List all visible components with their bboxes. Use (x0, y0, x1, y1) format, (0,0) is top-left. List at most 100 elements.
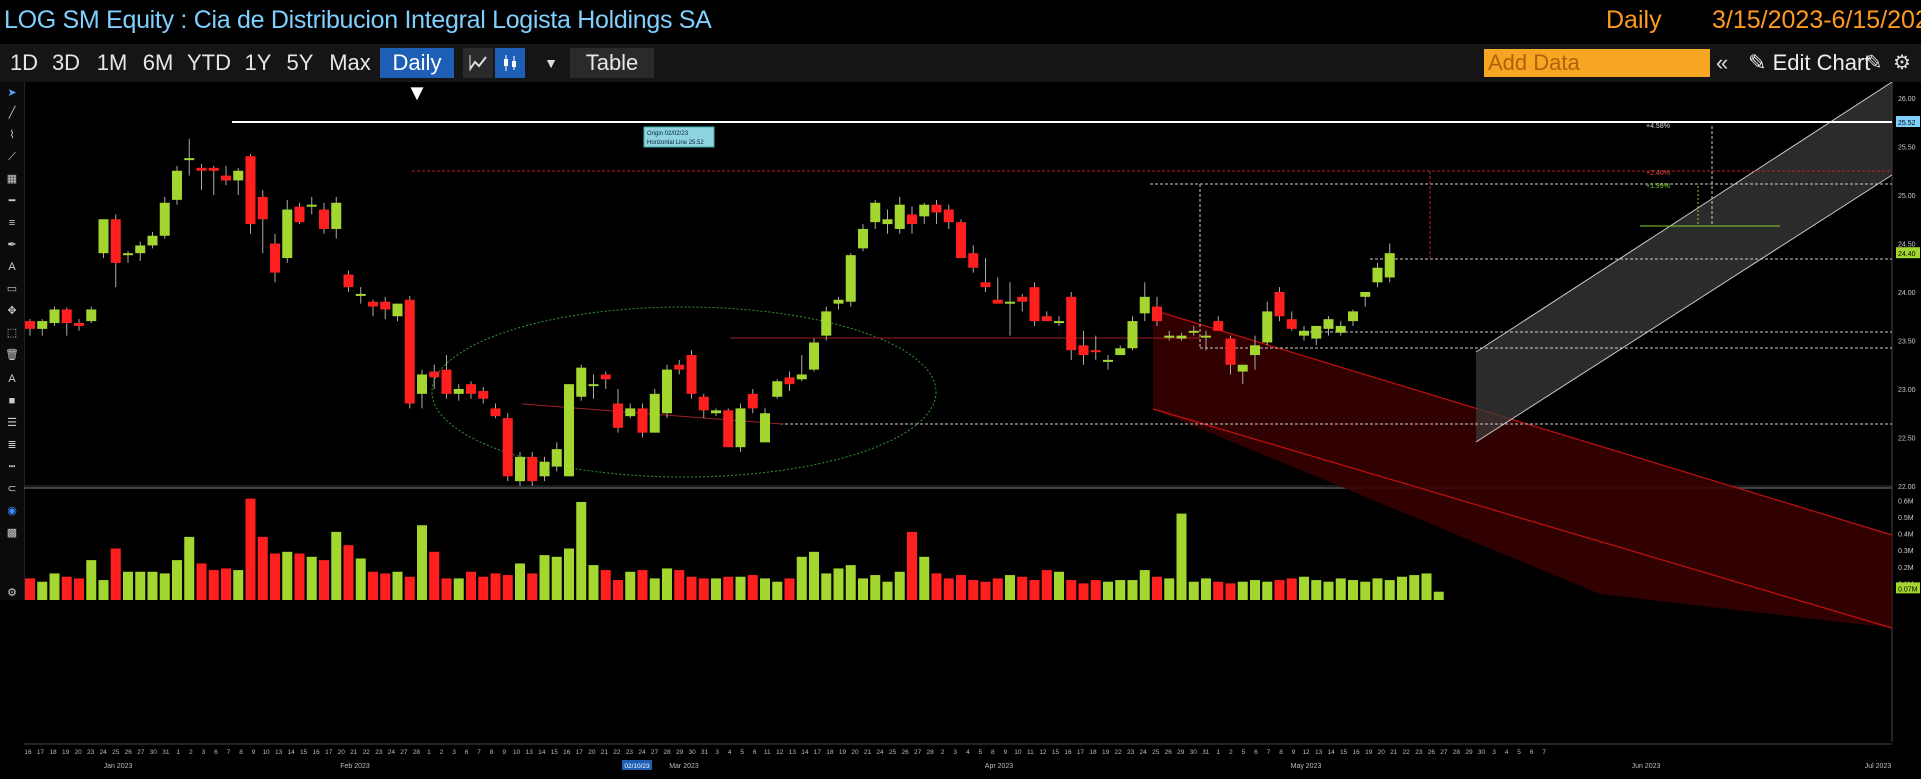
candle-body (294, 206, 305, 223)
date-range-label[interactable]: 3/15/2023-6/15/2023 (1712, 6, 1921, 35)
period-button-max[interactable]: Max (326, 48, 374, 78)
period-button-1y[interactable]: 1Y (240, 48, 276, 78)
date-tick-label: 25 (112, 749, 120, 756)
y-tick-label: 24.00 (1898, 290, 1916, 297)
candle-body (417, 374, 427, 394)
volume-bar (270, 553, 280, 600)
date-tick-label: 28 (1453, 749, 1461, 756)
pct-label-b: +2.40% (1646, 170, 1670, 177)
candle-body (723, 410, 734, 448)
volume-bar (380, 573, 391, 600)
date-tick-label: 29 (1465, 749, 1473, 756)
volume-bar (172, 560, 182, 600)
volume-bar (37, 581, 48, 600)
volume-tick-label: 0.3M (1898, 548, 1914, 555)
candle-body (1201, 335, 1211, 338)
candle-body (172, 170, 182, 200)
period-button-6m[interactable]: 6M (138, 48, 178, 78)
date-tick-label: 4 (728, 749, 732, 756)
volume-bar (1225, 583, 1236, 600)
date-tick-label: 9 (1292, 749, 1296, 756)
frequency-dropdown[interactable]: Daily ▼ (380, 48, 454, 105)
volume-bar (992, 578, 1003, 600)
candle-body (1348, 311, 1358, 322)
volume-bar (1274, 580, 1285, 600)
volume-bar (282, 551, 293, 600)
volume-bar (319, 560, 329, 600)
volume-bar (674, 570, 685, 600)
candle-body (331, 202, 342, 229)
period-label[interactable]: Daily (1606, 6, 1662, 35)
volume-bar (1066, 580, 1077, 600)
month-label: Apr 2023 (985, 763, 1014, 770)
volume-bar (331, 531, 342, 600)
date-tick-label: 15 (551, 749, 559, 756)
date-tick-label: 4 (966, 749, 970, 756)
date-tick-label: 21 (601, 749, 609, 756)
table-button[interactable]: Table (570, 48, 654, 78)
edit-chart-button[interactable]: ✎ Edit Chart (1748, 48, 1870, 78)
candlestick-chart-icon[interactable] (495, 48, 525, 78)
line-chart-icon[interactable] (463, 48, 493, 78)
period-button-1m[interactable]: 1M (94, 48, 130, 78)
period-button-3d[interactable]: 3D (48, 48, 84, 78)
volume-bar (1433, 591, 1444, 600)
candle-body (245, 156, 256, 225)
date-tick-label: 19 (62, 749, 70, 756)
gear-icon[interactable]: ⚙ (1890, 48, 1914, 78)
volume-bar (760, 578, 770, 600)
candle-body (992, 299, 1003, 304)
date-tick-label: 10 (262, 749, 270, 756)
period-button-ytd[interactable]: YTD (186, 48, 232, 78)
volume-bar (74, 578, 84, 600)
volume-bar (184, 536, 195, 600)
candle-body (649, 393, 660, 433)
period-button-5y[interactable]: 5Y (282, 48, 318, 78)
chart-type-chevron-icon[interactable]: ▼ (536, 48, 566, 78)
candle-body (980, 282, 991, 288)
candle-body (25, 321, 35, 329)
volume-bar (1335, 578, 1346, 600)
volume-bar (1397, 576, 1407, 600)
candle-body (184, 158, 195, 161)
period-button-1d[interactable]: 1D (6, 48, 42, 78)
candle-body (1078, 345, 1089, 356)
y-tick-label: 22.50 (1898, 436, 1916, 443)
candle-body (1188, 330, 1199, 333)
volume-bar (453, 578, 464, 600)
date-tick-label: 19 (839, 749, 847, 756)
date-tick-label: 5 (1517, 749, 1521, 756)
collapse-icon[interactable]: « (1716, 48, 1740, 78)
candle-body (380, 301, 391, 310)
volume-bar (208, 570, 219, 600)
y-tick-label: 23.50 (1898, 339, 1916, 346)
date-tick-label: 15 (1340, 749, 1348, 756)
annotate-icon[interactable]: ✎ (1862, 48, 1886, 78)
candle-body (1286, 319, 1297, 329)
date-tick-label: 9 (1004, 749, 1008, 756)
last-volume-tag: 0.07M (1898, 586, 1918, 593)
date-tick-label: 16 (563, 749, 571, 756)
date-tick-label: 14 (288, 749, 296, 756)
date-tick-label: 24 (876, 749, 884, 756)
volume-bar (1005, 575, 1015, 600)
volume-bar (600, 570, 611, 600)
price-chart[interactable]: Origin 02/02/23 Horizontal Line 25.52 +4.5… (0, 82, 1921, 779)
candle-body (1335, 325, 1346, 333)
add-data-input[interactable]: Add Data (1484, 49, 1710, 77)
candle-body (919, 204, 930, 217)
date-tick-label: 2 (189, 749, 193, 756)
volume-bar (1311, 580, 1322, 600)
y-tick-label: 26.00 (1898, 96, 1916, 103)
volume-bar (723, 576, 734, 600)
date-tick-label: 3 (715, 749, 719, 756)
candle-body (796, 374, 807, 380)
candle-body (478, 390, 489, 399)
candle-body (674, 364, 685, 370)
title-bar: LOG SM Equity : Cia de Distribucion Inte… (0, 0, 1921, 45)
candle-body (772, 381, 783, 397)
date-tick-label: 30 (1190, 749, 1198, 756)
volume-bar (404, 576, 415, 600)
volume-bar (1384, 580, 1395, 600)
volume-bar (49, 573, 60, 600)
